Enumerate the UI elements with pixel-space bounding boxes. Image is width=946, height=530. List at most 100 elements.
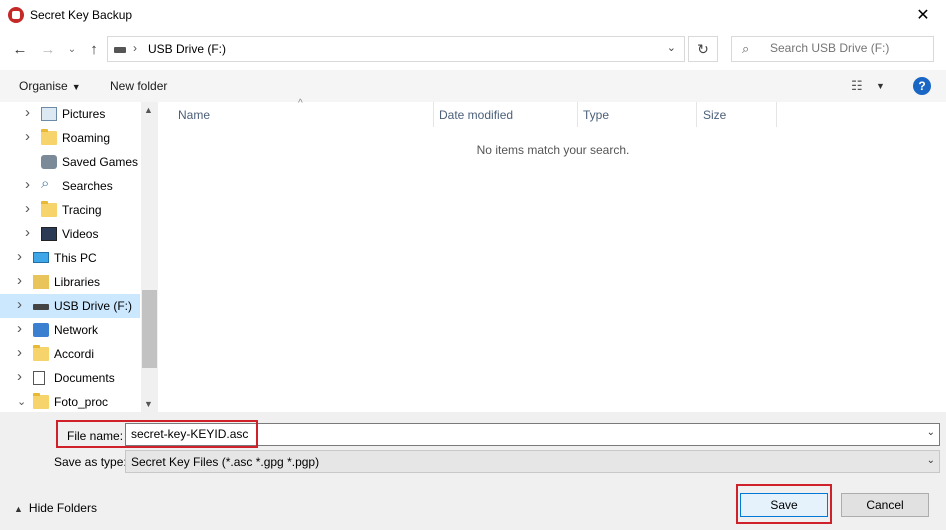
nav-tree-item-label: Foto_proc: [54, 395, 109, 409]
app-icon: [8, 7, 24, 23]
column-date-label: Date modified: [439, 108, 514, 122]
libraries-icon: [33, 275, 49, 289]
nav-tree-item[interactable]: › Libraries: [0, 270, 140, 294]
nav-tree-item[interactable]: ⌄ Foto_proc: [0, 390, 140, 412]
breadcrumb-separator: ›: [133, 41, 137, 55]
folder-icon: [33, 393, 49, 409]
file-name-dropdown-icon[interactable]: ⌄: [927, 427, 935, 438]
column-header-type[interactable]: Type: [578, 102, 696, 127]
nav-tree-item-label: Videos: [62, 227, 99, 241]
address-bar[interactable]: › USB Drive (F:) ⌄: [107, 36, 685, 62]
column-header-date-modified[interactable]: Date modified: [434, 102, 576, 127]
view-options-icon[interactable]: ☷: [851, 78, 863, 94]
column-divider[interactable]: [776, 102, 777, 127]
help-icon[interactable]: ?: [913, 77, 931, 95]
chevron-down-icon[interactable]: ⌄: [17, 395, 26, 408]
navigation-pane: › Pictures › Roaming Saved Games › Searches › Tr…: [0, 102, 158, 412]
nav-tree-item-label: Saved Games: [62, 155, 139, 169]
nav-tree-item-label: Documents: [54, 371, 115, 385]
organise-menu-button[interactable]: Organise ▼: [19, 79, 81, 93]
refresh-icon[interactable]: ↻: [688, 36, 718, 62]
column-type-label: Type: [583, 108, 610, 122]
save-as-type-dropdown-icon[interactable]: ⌄: [927, 455, 935, 466]
file-list: ^ Name Date modified Type Size No items …: [158, 98, 946, 412]
close-button[interactable]: ✕: [900, 0, 946, 30]
search-icon: ⌕: [742, 41, 750, 56]
search-input[interactable]: [770, 41, 930, 55]
column-name-label: Name: [178, 108, 211, 122]
breadcrumb-usb-drive[interactable]: USB Drive (F:): [148, 42, 226, 56]
caret-down-icon: ▼: [71, 82, 81, 92]
hide-folders-label: Hide Folders: [28, 501, 97, 515]
nav-tree-item-label: Accordi: [54, 347, 95, 361]
nav-tree-item[interactable]: › Roaming: [0, 126, 140, 150]
nav-tree-item[interactable]: › Network: [0, 318, 140, 342]
save-as-type-select[interactable]: Secret Key Files (*.asc *.gpg *.pgp) ⌄: [125, 450, 940, 473]
folder-icon: [41, 201, 57, 217]
nav-tree-item[interactable]: Saved Games: [0, 150, 140, 174]
nav-tree-item-label: USB Drive (F:): [54, 299, 132, 313]
title-bar: Secret Key Backup ✕: [0, 0, 946, 30]
file-name-input[interactable]: [131, 427, 911, 441]
nav-tree-item[interactable]: › Accordi: [0, 342, 140, 366]
network-icon: [33, 323, 49, 337]
chevron-right-icon[interactable]: ›: [25, 104, 30, 121]
chevron-up-icon: ▲: [14, 504, 23, 514]
nav-tree-item-label: Searches: [62, 179, 113, 193]
nav-tree-item[interactable]: › This PC: [0, 246, 140, 270]
empty-message: No items match your search.: [476, 143, 630, 157]
chevron-right-icon[interactable]: ›: [25, 224, 30, 241]
window-title: Secret Key Backup: [30, 8, 133, 22]
file-name-combobox[interactable]: ⌄: [125, 423, 940, 446]
command-bar: Organise ▼ New folder ☷ ▼ ?: [0, 70, 946, 102]
save-button[interactable]: Save: [740, 493, 828, 517]
up-arrow-icon[interactable]: ↑: [84, 39, 104, 59]
column-header-name[interactable]: Name: [158, 102, 433, 127]
chevron-right-icon[interactable]: ›: [17, 272, 22, 289]
nav-tree-item-label: Libraries: [54, 275, 101, 289]
back-arrow-icon[interactable]: ←: [10, 39, 30, 59]
organise-label: Organise: [19, 79, 68, 93]
scroll-down-icon[interactable]: ▼: [144, 399, 153, 409]
navigation-bar: ← → ⌄ ↑ › USB Drive (F:) ⌄ ↻ ⌕: [0, 30, 946, 68]
forward-arrow-icon[interactable]: →: [38, 39, 58, 59]
navigation-pane-scrollbar[interactable]: ▲ ▼: [141, 102, 158, 412]
nav-tree-item[interactable]: › Documents: [0, 366, 140, 390]
scrollbar-thumb[interactable]: [142, 290, 157, 368]
chevron-right-icon[interactable]: ›: [17, 344, 22, 361]
column-header-size[interactable]: Size: [697, 102, 776, 127]
chevron-right-icon[interactable]: ›: [25, 200, 30, 217]
nav-tree-item[interactable]: › Tracing: [0, 198, 140, 222]
nav-tree-item-label: Network: [54, 323, 99, 337]
pictures-icon: [41, 107, 57, 121]
searches-icon: [41, 175, 57, 193]
view-options-caret-icon[interactable]: ▼: [876, 81, 885, 91]
this-pc-icon: [33, 252, 49, 263]
file-name-label: File name:: [67, 429, 124, 443]
save-form: File name: ⌄ Save as type: Secret Key Fi…: [0, 412, 946, 530]
new-folder-button[interactable]: New folder: [110, 79, 167, 93]
nav-tree-item[interactable]: › USB Drive (F:): [0, 294, 140, 318]
chevron-right-icon[interactable]: ›: [25, 176, 30, 193]
nav-tree-item[interactable]: › Searches: [0, 174, 140, 198]
chevron-right-icon[interactable]: ›: [17, 368, 22, 385]
saved-games-icon: [41, 155, 57, 169]
nav-tree-item[interactable]: › Videos: [0, 222, 140, 246]
nav-tree-item-label: Pictures: [62, 107, 106, 121]
chevron-right-icon[interactable]: ›: [17, 248, 22, 265]
cancel-button[interactable]: Cancel: [841, 493, 929, 517]
address-dropdown-icon[interactable]: ⌄: [667, 41, 676, 54]
folder-icon: [41, 129, 57, 145]
hide-folders-button[interactable]: ▲ Hide Folders: [14, 501, 97, 515]
scroll-up-icon[interactable]: ▲: [144, 105, 153, 115]
column-size-label: Size: [703, 108, 727, 122]
chevron-right-icon[interactable]: ›: [17, 296, 22, 313]
chevron-right-icon[interactable]: ›: [25, 128, 30, 145]
nav-tree-item-label: Tracing: [62, 203, 102, 217]
nav-tree-item-label: Roaming: [62, 131, 111, 145]
search-box[interactable]: ⌕: [731, 36, 934, 62]
nav-tree-item[interactable]: › Pictures: [0, 102, 140, 126]
folder-icon: [33, 345, 49, 361]
recent-locations-chevron-icon[interactable]: ⌄: [62, 39, 82, 59]
chevron-right-icon[interactable]: ›: [17, 320, 22, 337]
